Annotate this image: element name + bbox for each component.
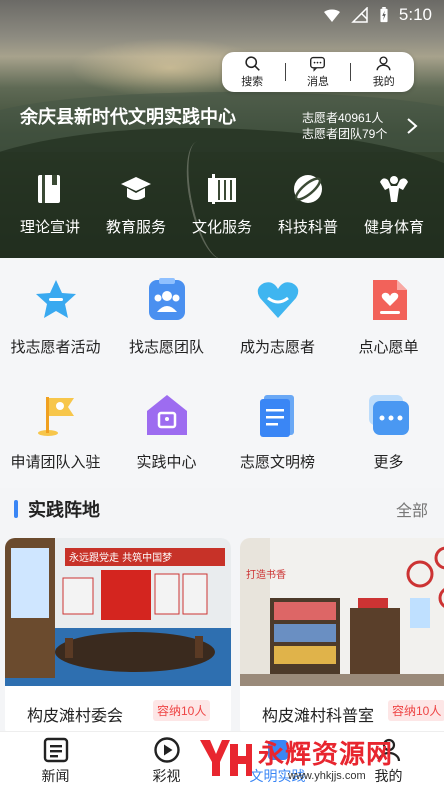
section-title: 实践阵地 [28,500,100,520]
tab-label: 彩视 [152,768,181,784]
tab-label: 新闻 [41,768,70,784]
category-label: 科技科普 [277,219,338,236]
tab-news[interactable]: 新闻 [0,732,111,791]
capacity-badge: 容纳10人 [153,700,211,721]
category-label: 教育服务 [105,219,166,236]
practice-site-list: 永远跟党走 共筑中国梦 构皮滩村委会 容纳10人 打造书香 构皮滩村科普室 容纳… [5,538,444,738]
user-icon [376,56,391,71]
grid-label: 实践中心 [136,454,197,471]
find-team-button[interactable]: 找志愿团队 [111,258,222,373]
site-photo: 打造书香 [240,538,444,686]
center-title: 余庆县新时代文明实践中心 [20,107,236,127]
meeting-room-image: 永远跟党走 共筑中国梦 [5,538,231,686]
banner-text: 永远跟党走 共筑中国梦 [69,551,172,564]
graduation-cap-icon [121,177,151,200]
team-count: 志愿者团队79个 [302,127,388,141]
apply-team-button[interactable]: 申请团队入驻 [0,373,111,488]
more-icon [368,395,409,435]
practice-center-button[interactable]: 实践中心 [111,373,222,488]
book-icon [38,175,60,203]
fitness-icon [380,176,408,202]
flag-icon [37,397,74,436]
search-icon [245,56,260,71]
section-accent-bar [14,500,18,518]
category-label: 理论宣讲 [19,219,80,236]
status-time: 5:10 [398,5,432,24]
category-label: 健身体育 [363,219,424,236]
top-action-bar: 搜索 消息 我的 [222,52,414,92]
profile-icon [377,738,400,762]
tab-practice[interactable]: 文明实践 [222,732,333,791]
chevron-right-icon[interactable] [404,116,420,136]
site-photo: 永远跟党走 共筑中国梦 [5,538,231,686]
news-icon [43,737,68,763]
battery-charging-icon [380,7,388,23]
category-fitness[interactable]: 健身体育 [352,172,436,237]
planet-icon [294,175,322,203]
section-header: 实践阵地 全部 [0,492,444,526]
message-label: 消息 [306,76,329,88]
feature-grid: 找志愿者活动 找志愿团队 成为志愿者 点心愿单 申请团队入驻 实践中心 志愿文明… [0,258,444,488]
category-education[interactable]: 教育服务 [94,172,178,237]
tab-video[interactable]: 彩视 [111,732,222,791]
category-label: 文化服务 [191,219,252,236]
divider [284,63,286,81]
volunteer-count: 志愿者40961人 [302,111,384,125]
play-icon [153,737,180,763]
more-button[interactable]: 更多 [333,373,444,488]
message-button[interactable]: 消息 [290,55,346,89]
my-button[interactable]: 我的 [356,55,412,89]
heart-icon [257,282,298,318]
practice-site-card[interactable]: 永远跟党走 共筑中国梦 构皮滩村委会 容纳10人 [5,538,231,738]
honor-list-button[interactable]: 志愿文明榜 [222,373,333,488]
tab-profile[interactable]: 我的 [333,732,444,791]
grid-label: 点心愿单 [358,339,419,356]
wifi-icon [323,9,340,22]
category-culture[interactable]: 文化服务 [180,172,264,237]
my-label: 我的 [372,76,395,88]
volunteer-stats[interactable]: 志愿者40961人 志愿者团队79个 [302,110,414,142]
search-label: 搜索 [241,76,264,88]
wish-list-icon [372,280,407,320]
home-icon [146,395,187,435]
find-activity-button[interactable]: 找志愿者活动 [0,258,111,373]
search-button[interactable]: 搜索 [224,55,280,89]
practice-site-card[interactable]: 打造书香 构皮滩村科普室 容纳10人 [240,538,444,738]
grid-label: 找志愿者活动 [10,339,101,356]
category-bar: 理论宣讲 教育服务 文化服务 科技科普 健身体育 [0,172,444,237]
capacity-badge: 容纳10人 [388,700,444,721]
wish-list-button[interactable]: 点心愿单 [333,258,444,373]
grid-label: 成为志愿者 [239,339,315,356]
team-icon [148,278,185,320]
tab-label: 我的 [374,768,403,784]
category-science[interactable]: 科技科普 [266,172,350,237]
culture-icon [208,174,236,204]
divider [350,63,352,81]
star-icon [35,280,76,318]
grid-label: 更多 [373,454,404,471]
site-name: 构皮滩村委会 [27,708,124,725]
grid-row: 找志愿者活动 找志愿团队 成为志愿者 点心愿单 [0,258,444,373]
banner-text: 打造书香 [246,568,286,581]
grid-label: 申请团队入驻 [10,454,101,471]
document-icon [259,395,294,437]
bottom-tab-bar: 新闻 彩视 文明实践 我的 [0,731,444,791]
become-volunteer-button[interactable]: 成为志愿者 [222,258,333,373]
signal-off-icon [351,7,368,23]
site-name: 构皮滩村科普室 [262,708,375,725]
category-theory[interactable]: 理论宣讲 [8,172,92,237]
grid-row: 申请团队入驻 实践中心 志愿文明榜 更多 [0,373,444,488]
message-icon [310,56,326,72]
grid-label: 志愿文明榜 [239,454,315,471]
view-all-link[interactable]: 全部 [396,497,428,521]
science-room-image: 打造书香 [240,538,444,686]
practice-icon [267,740,288,760]
status-bar: 5:10 [0,0,444,30]
grid-label: 找志愿团队 [128,339,204,356]
tab-label: 文明实践 [249,768,306,784]
